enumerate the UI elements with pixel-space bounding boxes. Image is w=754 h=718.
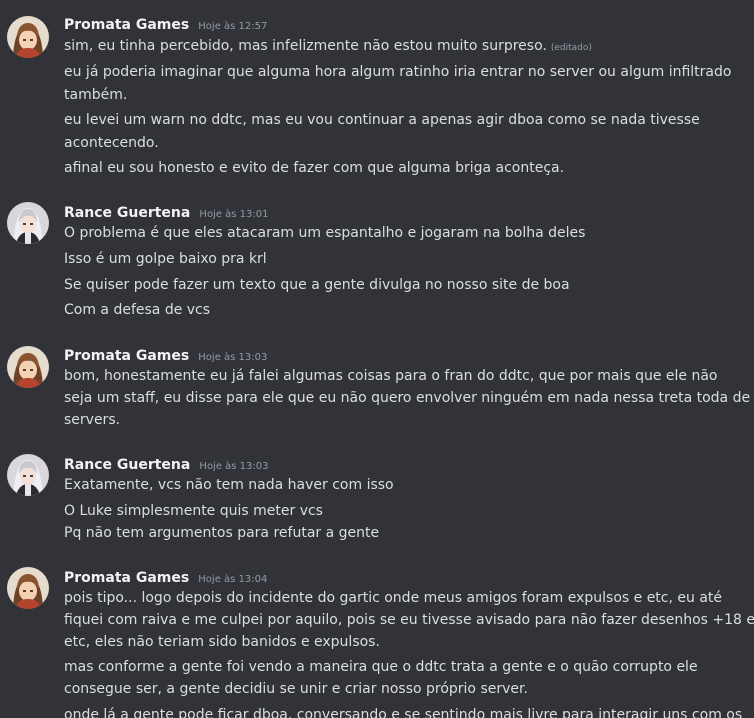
message-line: Com a defesa de vcs [64,302,211,318]
anime-avatar-white-hair-icon [7,454,49,496]
message-header: Promata Games Hoje às 13:03 [64,345,267,367]
message-line: Pq não tem argumentos para refutar a gen… [64,525,380,541]
message-line: mas conforme a gente foi vendo a maneira… [64,659,698,675]
avatar[interactable] [7,567,49,609]
message-line: onde lá a gente pode ficar dboa, convers… [64,707,743,718]
message-line: acontecendo. [64,135,159,151]
anime-avatar-brown-hair-icon [7,16,49,58]
timestamp[interactable]: Hoje às 13:03 [198,352,267,363]
message-line: servers. [64,412,121,428]
anime-avatar-brown-hair-icon [7,567,49,609]
message-line: bom, honestamente eu já falei algumas co… [64,368,718,384]
message-line: Isso é um golpe baixo pra krl [64,251,267,267]
message-line: Exatamente, vcs não tem nada haver com i… [64,477,394,493]
message-line: também. [64,87,128,103]
avatar[interactable] [7,346,49,388]
avatar[interactable] [7,454,49,496]
username[interactable]: Rance Guertena [64,457,190,473]
message-line: eu já poderia imaginar que alguma hora a… [64,64,732,80]
message-line: eu levei um warn no ddtc, mas eu vou con… [64,112,700,128]
message-text: sim, eu tinha percebido, mas infelizment… [64,38,547,54]
message-line: pois tipo... logo depois do incidente do… [64,590,723,606]
message-list: Promata Games Hoje às 12:57 sim, eu tinh… [0,0,754,718]
message-line: fiquei com raiva e me culpei por aquilo,… [64,612,754,628]
edited-label: (editado) [550,43,592,53]
anime-avatar-white-hair-icon [7,202,49,244]
message-line: consegue ser, a gente decidiu se unir e … [64,681,528,697]
message-header: Promata Games Hoje às 13:04 [64,567,267,589]
message-line: sim, eu tinha percebido, mas infelizment… [64,35,744,60]
message-header: Promata Games Hoje às 12:57 [64,14,267,36]
message-line: afinal eu sou honesto e evito de fazer c… [64,160,565,176]
message-line: O problema é que eles atacaram um espant… [64,225,586,241]
message-header: Rance Guertena Hoje às 13:03 [64,454,269,476]
username[interactable]: Rance Guertena [64,205,190,221]
message-line: O Luke simplesmente quis meter vcs [64,503,323,519]
message-header: Rance Guertena Hoje às 13:01 [64,202,269,224]
message-line: seja um staff, eu disse para ele que eu … [64,390,751,406]
username[interactable]: Promata Games [64,570,189,586]
timestamp[interactable]: Hoje às 13:04 [198,574,267,585]
message-line: etc, eles não teriam sido banidos e expu… [64,634,380,650]
avatar[interactable] [7,16,49,58]
timestamp[interactable]: Hoje às 12:57 [198,21,267,32]
username[interactable]: Promata Games [64,17,189,33]
message-line: Se quiser pode fazer um texto que a gent… [64,277,570,293]
timestamp[interactable]: Hoje às 13:01 [199,209,268,220]
avatar[interactable] [7,202,49,244]
anime-avatar-brown-hair-icon [7,346,49,388]
username[interactable]: Promata Games [64,348,189,364]
timestamp[interactable]: Hoje às 13:03 [199,461,268,472]
